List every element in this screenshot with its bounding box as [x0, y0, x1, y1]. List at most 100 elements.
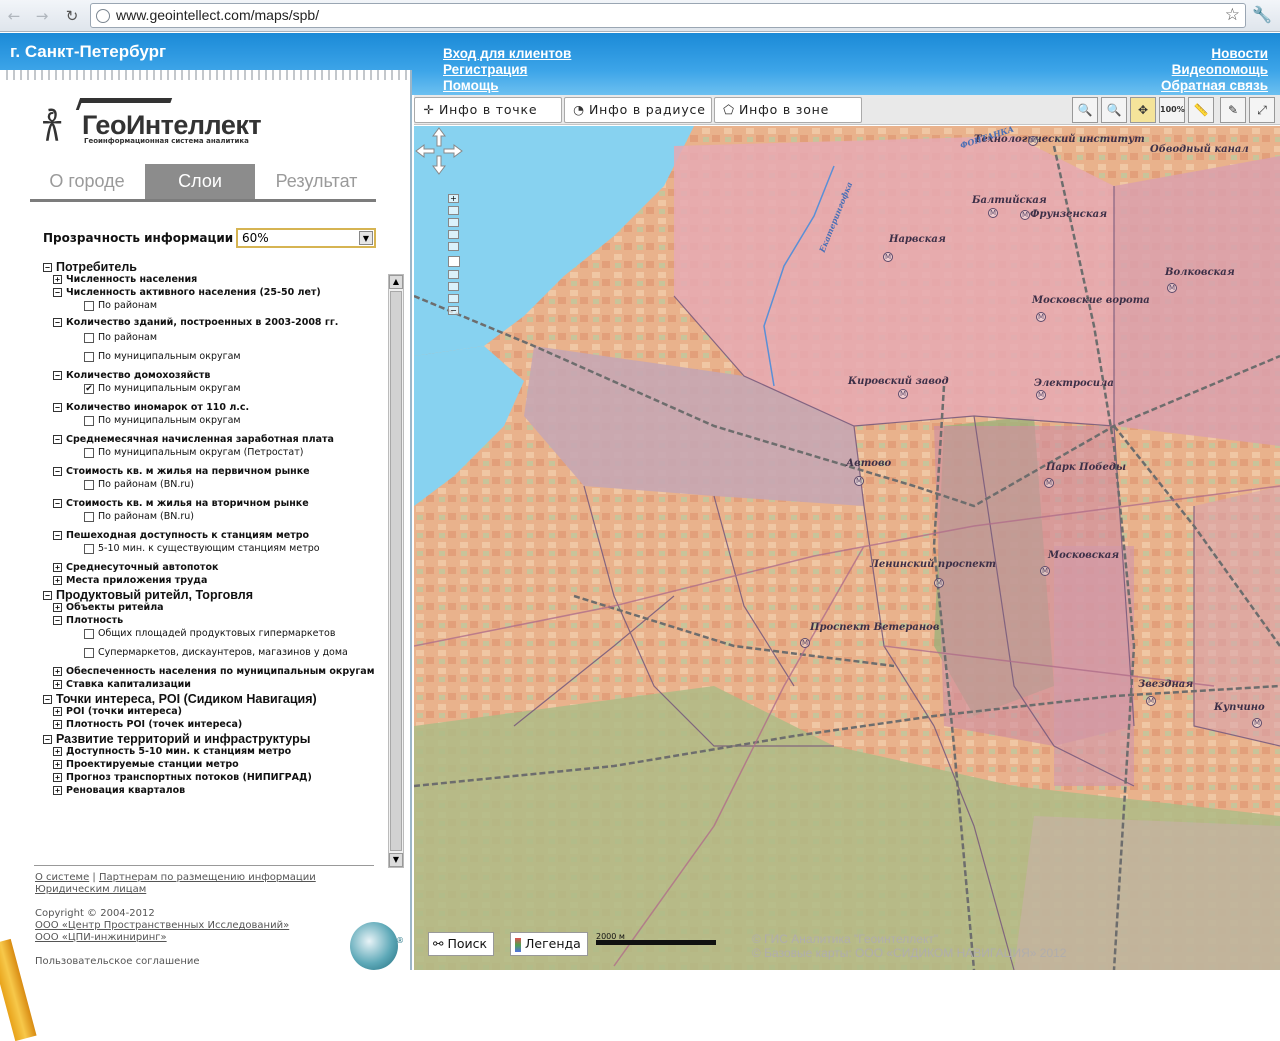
- zoom-handle[interactable]: [448, 256, 460, 267]
- layer-group[interactable]: − Продуктовый ритейл, Торговля: [43, 588, 253, 602]
- zoom-step[interactable]: [448, 294, 459, 303]
- ruler-icon[interactable]: 📏: [1188, 97, 1214, 123]
- layer-item[interactable]: − Плотность: [53, 615, 123, 626]
- video-help-link[interactable]: Видеопомощь: [1172, 62, 1268, 77]
- pan-icon[interactable]: ✥: [1130, 97, 1156, 123]
- search-button[interactable]: ⚯ Поиск: [428, 932, 495, 956]
- login-link[interactable]: Вход для клиентов: [443, 46, 571, 61]
- expand-icon[interactable]: +: [53, 760, 62, 769]
- layer-item[interactable]: − Стоимость кв. м жилья на вторичном рынк…: [53, 498, 309, 509]
- zoom-plus-icon[interactable]: +: [448, 194, 459, 203]
- collapse-icon[interactable]: −: [53, 467, 62, 476]
- layer-checkbox[interactable]: [84, 647, 94, 658]
- layer-item[interactable]: − Количество иномарок от 110 л.с.: [53, 402, 249, 413]
- collapse-icon[interactable]: −: [53, 318, 62, 327]
- scroll-down-icon[interactable]: ▼: [389, 853, 403, 867]
- layer-item[interactable]: + POI (точки интереса): [53, 706, 182, 717]
- collapse-icon[interactable]: −: [43, 735, 52, 745]
- tree-scrollbar[interactable]: ▲ ▼: [388, 274, 404, 868]
- scroll-thumb[interactable]: [390, 291, 402, 851]
- map-canvas[interactable]: Технологический институт Обводный канал …: [414, 126, 1280, 970]
- legend-button[interactable]: Легенда: [510, 932, 588, 956]
- star-icon[interactable]: ☆: [1225, 5, 1240, 25]
- expand-icon[interactable]: +: [53, 720, 62, 729]
- layer-item[interactable]: − Среднемесячная начисленная заработная п…: [53, 434, 334, 445]
- register-link[interactable]: Регистрация: [443, 62, 527, 77]
- legal-entities-link[interactable]: Юридическим лицам: [35, 884, 146, 895]
- tab-layers[interactable]: Слои: [145, 164, 255, 199]
- layer-item[interactable]: − Стоимость кв. м жилья на первичном рынк…: [53, 466, 310, 477]
- pan-control-icon[interactable]: [414, 126, 464, 176]
- help-link[interactable]: Помощь: [443, 78, 499, 93]
- wrench-icon[interactable]: 🔧: [1252, 5, 1272, 24]
- fullscreen-icon[interactable]: ⤢: [1249, 97, 1275, 123]
- info-point-button[interactable]: ✛ Инфо в точке: [414, 97, 562, 123]
- layer-item[interactable]: − Количество зданий, построенных в 2003-2…: [53, 317, 338, 328]
- opacity-select[interactable]: 60% ▼: [236, 228, 376, 248]
- user-agreement-text[interactable]: Пользовательское соглашение: [35, 956, 200, 967]
- layer-option[interactable]: По районам: [84, 300, 157, 311]
- layer-item[interactable]: + Реновация кварталов: [53, 785, 185, 796]
- feedback-link[interactable]: Обратная связь: [1161, 78, 1268, 93]
- zoom-step[interactable]: [448, 206, 459, 215]
- eraser-icon[interactable]: ✎: [1220, 97, 1246, 123]
- forward-arrow-icon[interactable]: →: [32, 6, 52, 26]
- layer-checkbox[interactable]: [84, 479, 94, 490]
- collapse-icon[interactable]: −: [53, 616, 62, 625]
- scroll-up-icon[interactable]: ▲: [389, 275, 403, 289]
- collapse-icon[interactable]: −: [53, 288, 62, 297]
- expand-icon[interactable]: +: [53, 603, 62, 612]
- collapse-icon[interactable]: −: [53, 435, 62, 444]
- layer-checkbox[interactable]: ✔: [84, 383, 94, 394]
- layer-checkbox[interactable]: [84, 351, 94, 362]
- reload-icon[interactable]: ↻: [62, 6, 82, 26]
- layer-checkbox[interactable]: [84, 628, 94, 639]
- info-zone-button[interactable]: ⬠ Инфо в зоне: [714, 97, 862, 123]
- expand-icon[interactable]: +: [53, 667, 62, 676]
- layer-option[interactable]: По районам (BN.ru): [84, 479, 194, 490]
- layer-item[interactable]: − Пешеходная доступность к станциям метро: [53, 530, 309, 541]
- layer-option[interactable]: Супермаркетов, дискаунтеров, магазинов у…: [84, 647, 348, 658]
- layer-item[interactable]: + Места приложения труда: [53, 575, 207, 586]
- news-link[interactable]: Новости: [1211, 46, 1268, 61]
- layer-item[interactable]: + Плотность POI (точек интереса): [53, 719, 242, 730]
- collapse-icon[interactable]: −: [53, 499, 62, 508]
- layer-option[interactable]: По районам: [84, 332, 157, 343]
- about-system-link[interactable]: О системе: [35, 872, 89, 883]
- layer-option[interactable]: По муниципальным округам: [84, 351, 241, 362]
- expand-icon[interactable]: +: [53, 707, 62, 716]
- layer-option[interactable]: По муниципальным округам (Петростат): [84, 447, 303, 458]
- zoom-step[interactable]: [448, 218, 459, 227]
- zoom-out-icon[interactable]: 🔍: [1101, 97, 1127, 123]
- chevron-down-icon[interactable]: ▼: [359, 231, 373, 245]
- layer-option[interactable]: 5-10 мин. к существующим станциям метро: [84, 543, 320, 554]
- layer-checkbox[interactable]: [84, 447, 94, 458]
- collapse-icon[interactable]: −: [43, 263, 52, 273]
- expand-icon[interactable]: +: [53, 275, 62, 284]
- zoom-in-icon[interactable]: 🔍: [1072, 97, 1098, 123]
- layer-group[interactable]: − Развитие территорий и инфраструктуры: [43, 732, 310, 746]
- expand-icon[interactable]: +: [53, 563, 62, 572]
- layer-item[interactable]: + Численность населения: [53, 274, 197, 285]
- layer-checkbox[interactable]: [84, 332, 94, 343]
- expand-icon[interactable]: +: [53, 576, 62, 585]
- expand-icon[interactable]: +: [53, 747, 62, 756]
- collapse-icon[interactable]: −: [53, 403, 62, 412]
- collapse-icon[interactable]: −: [53, 371, 62, 380]
- zoom-100-icon[interactable]: 100%: [1159, 97, 1185, 123]
- layer-item[interactable]: + Ставка капитализации: [53, 679, 191, 690]
- layer-option[interactable]: ✔ По муниципальным округам: [84, 383, 241, 394]
- expand-icon[interactable]: +: [53, 786, 62, 795]
- collapse-icon[interactable]: −: [43, 695, 52, 705]
- address-bar[interactable]: www.geointellect.com/maps/spb/ ☆: [90, 3, 1246, 28]
- layer-checkbox[interactable]: [84, 543, 94, 554]
- layer-group[interactable]: − Потребитель: [43, 260, 137, 274]
- url-text[interactable]: www.geointellect.com/maps/spb/: [116, 7, 319, 23]
- layer-item[interactable]: + Проектируемые станции метро: [53, 759, 239, 770]
- collapse-icon[interactable]: −: [53, 531, 62, 540]
- layer-checkbox[interactable]: [84, 511, 94, 522]
- layer-item[interactable]: + Объекты ритейла: [53, 602, 164, 613]
- layer-group[interactable]: − Точки интереса, POI (Сидиком Навигация): [43, 692, 317, 706]
- layer-checkbox[interactable]: [84, 300, 94, 311]
- back-arrow-icon[interactable]: ←: [4, 6, 24, 26]
